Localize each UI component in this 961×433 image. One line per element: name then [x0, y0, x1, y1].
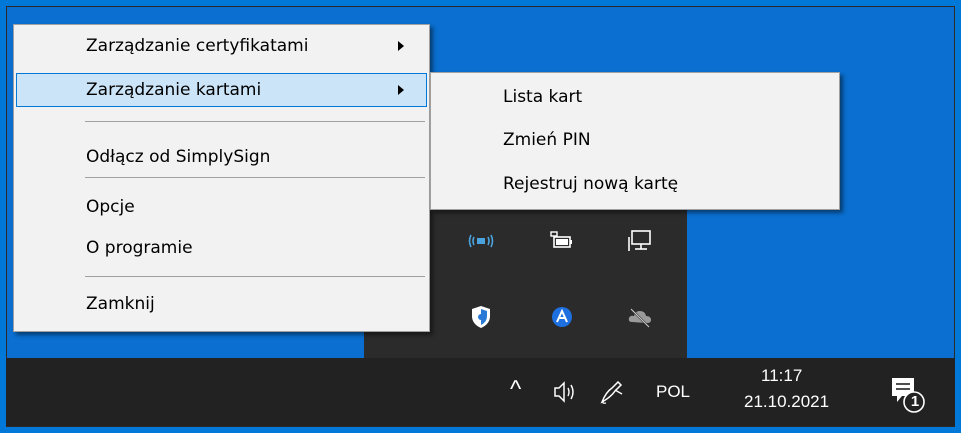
show-hidden-icons-chevron[interactable]: ^: [510, 376, 521, 404]
menu-item-certificate-management[interactable]: Zarządzanie certyfikatami: [16, 29, 427, 63]
menu-item-disconnect[interactable]: Odłącz od SimplySign: [16, 140, 427, 174]
submenu-item-label: Zmień PIN: [503, 130, 591, 150]
submenu-item-label: Lista kart: [503, 87, 583, 107]
action-center-button[interactable]: 1: [888, 374, 928, 414]
submenu-item-card-list[interactable]: Lista kart: [433, 80, 837, 114]
network-adapter-icon[interactable]: [468, 228, 494, 254]
display-icon[interactable]: [627, 228, 653, 254]
menu-item-label: Opcje: [86, 197, 135, 217]
menu-item-label: O programie: [86, 238, 193, 258]
submenu-item-change-pin[interactable]: Zmień PIN: [433, 123, 837, 157]
menu-separator: [85, 276, 425, 277]
menu-separator: [85, 177, 425, 178]
input-language-indicator[interactable]: POL: [656, 382, 690, 402]
clock-time[interactable]: 11:17: [761, 366, 802, 386]
taskbar: ^ POL 11:17 21.10.2021 1: [6, 358, 955, 426]
battery-icon[interactable]: [549, 228, 575, 254]
card-management-submenu: Lista kart Zmień PIN Rejestruj nową kart…: [430, 72, 840, 210]
menu-item-label: Zarządzanie certyfikatami: [86, 36, 309, 56]
submenu-item-register-card[interactable]: Rejestruj nową kartę: [433, 167, 837, 201]
onedrive-offline-icon[interactable]: [627, 304, 653, 330]
submenu-arrow-icon: [398, 85, 404, 95]
simplysign-context-menu: Zarządzanie certyfikatami Zarządzanie ka…: [13, 24, 430, 332]
submenu-arrow-icon: [398, 41, 404, 51]
menu-item-label: Odłącz od SimplySign: [86, 147, 271, 167]
volume-icon[interactable]: [552, 379, 582, 405]
menu-item-about[interactable]: O programie: [16, 231, 427, 265]
menu-item-label: Zarządzanie kartami: [86, 80, 262, 100]
menu-item-label: Zamknij: [86, 294, 155, 314]
pen-icon[interactable]: [598, 378, 626, 406]
submenu-item-label: Rejestruj nową kartę: [503, 174, 679, 194]
clock-date[interactable]: 21.10.2021: [744, 392, 829, 412]
notification-icon: [892, 378, 925, 413]
menu-item-options[interactable]: Opcje: [16, 190, 427, 224]
app-a-icon[interactable]: [549, 304, 575, 330]
menu-item-card-management[interactable]: Zarządzanie kartami: [16, 73, 427, 107]
menu-separator: [85, 121, 425, 122]
menu-item-close[interactable]: Zamknij: [16, 287, 427, 321]
notification-count-badge: 1: [910, 393, 920, 410]
security-shield-icon[interactable]: [468, 304, 494, 330]
